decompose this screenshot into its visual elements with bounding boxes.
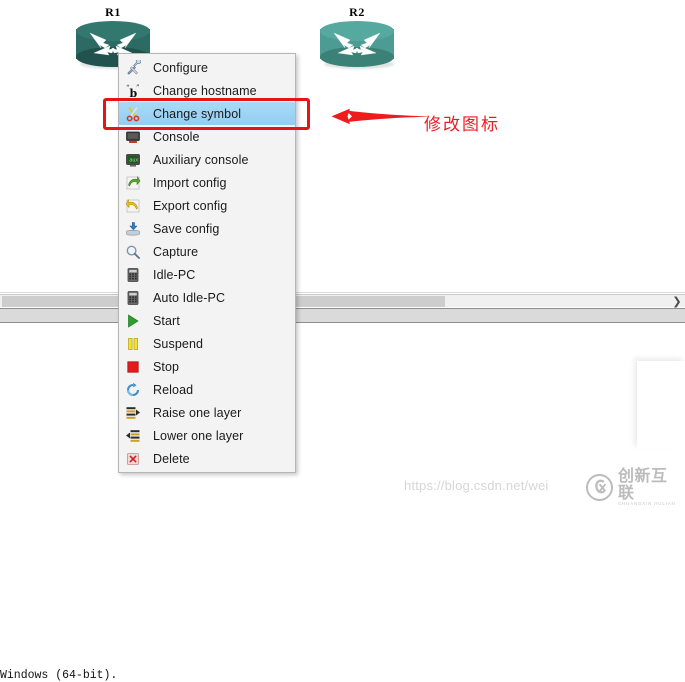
router-icon-r2[interactable] [320, 21, 394, 69]
magnifier-icon [121, 242, 145, 262]
menu-item-label: Reload [153, 382, 194, 397]
annotation-arrow-icon [331, 108, 428, 125]
menu-item-label: Auto Idle-PC [153, 290, 226, 305]
reload-icon [121, 380, 145, 400]
menu-item-label: Auxiliary console [153, 152, 249, 167]
menu-item-label: Console [153, 129, 200, 144]
menu-item-label: Change hostname [153, 83, 257, 98]
brand-name-cn: 创新互联 [618, 466, 668, 502]
device-node-r2[interactable]: R2 [320, 5, 394, 69]
wrench-screwdriver-icon [121, 58, 145, 78]
floating-white-panel [637, 361, 685, 449]
export-arrow-icon [121, 196, 145, 216]
device-label-r2: R2 [349, 5, 365, 19]
raise-layer-icon [121, 403, 145, 423]
menu-item-save-config[interactable]: Save config [119, 217, 295, 240]
menu-item-export-config[interactable]: Export config [119, 194, 295, 217]
menu-item-start[interactable]: Start [119, 309, 295, 332]
console-monitor-icon [121, 127, 145, 147]
menu-item-label: Import config [153, 175, 227, 190]
brand-text-wrap: 创新互联 CHUANGXIN HULIAN [618, 467, 682, 507]
pause-icon [121, 334, 145, 354]
quoted-b-icon: “ ” b [121, 81, 145, 101]
menu-item-auto-idle-pc[interactable]: Auto Idle-PC [119, 286, 295, 309]
delete-icon [121, 449, 145, 469]
topology-canvas[interactable]: R1 R2 [0, 0, 685, 296]
play-icon [121, 311, 145, 331]
annotation-note-text: 修改图标 [424, 115, 500, 135]
menu-item-reload[interactable]: Reload [119, 378, 295, 401]
menu-item-label: Stop [153, 359, 180, 374]
svg-text:aux: aux [129, 157, 138, 163]
panel-splitter-strip[interactable] [0, 309, 685, 323]
url-watermark: https://blog.csdn.net/wei [404, 478, 549, 493]
device-label-r1: R1 [105, 5, 121, 19]
menu-item-label: Lower one layer [153, 428, 244, 443]
menu-item-label: Delete [153, 451, 190, 466]
menu-item-change-hostname[interactable]: “ ” b Change hostname [119, 79, 295, 102]
console-output-line: Windows (64-bit). [0, 669, 118, 682]
menu-item-capture[interactable]: Capture [119, 240, 295, 263]
device-context-menu[interactable]: Configure “ ” b Change hostname Change s… [118, 53, 296, 473]
menu-item-change-symbol[interactable]: Change symbol [119, 102, 295, 125]
import-arrow-icon [121, 173, 145, 193]
menu-item-label: Configure [153, 60, 209, 75]
menu-item-raise-one-layer[interactable]: Raise one layer [119, 401, 295, 424]
menu-item-suspend[interactable]: Suspend [119, 332, 295, 355]
calculator-icon [121, 265, 145, 285]
save-disk-icon [121, 219, 145, 239]
horizontal-scrollbar[interactable]: ❯ [0, 294, 685, 308]
menu-item-label: Export config [153, 198, 228, 213]
menu-item-configure[interactable]: Configure [119, 56, 295, 79]
menu-item-label: Save config [153, 221, 220, 236]
menu-item-label: Suspend [153, 336, 204, 351]
brand-logo: 创新互联 CHUANGXIN HULIAN [586, 467, 682, 507]
brand-name-en: CHUANGXIN HULIAN [618, 501, 676, 506]
menu-item-label: Start [153, 313, 180, 328]
menu-item-idle-pc[interactable]: Idle-PC [119, 263, 295, 286]
brand-mark-icon [586, 473, 613, 501]
menu-item-label: Idle-PC [153, 267, 196, 282]
router-arrows-glyph [333, 32, 381, 56]
menu-item-label: Change symbol [153, 106, 242, 121]
console-output-area[interactable]: Windows (64-bit). [0, 324, 685, 682]
menu-item-stop[interactable]: Stop [119, 355, 295, 378]
stop-icon [121, 357, 145, 377]
menu-item-console[interactable]: Console [119, 125, 295, 148]
menu-item-auxiliary-console[interactable]: aux Auxiliary console [119, 148, 295, 171]
scroll-right-icon[interactable]: ❯ [669, 295, 685, 308]
lower-layer-icon [121, 426, 145, 446]
menu-item-delete[interactable]: Delete [119, 447, 295, 470]
scissors-icon [121, 104, 145, 124]
svg-text:b: b [130, 87, 138, 99]
auxiliary-console-icon: aux [121, 150, 145, 170]
menu-item-label: Capture [153, 244, 199, 259]
menu-item-label: Raise one layer [153, 405, 242, 420]
menu-item-import-config[interactable]: Import config [119, 171, 295, 194]
calculator-icon [121, 288, 145, 308]
menu-item-lower-one-layer[interactable]: Lower one layer [119, 424, 295, 447]
